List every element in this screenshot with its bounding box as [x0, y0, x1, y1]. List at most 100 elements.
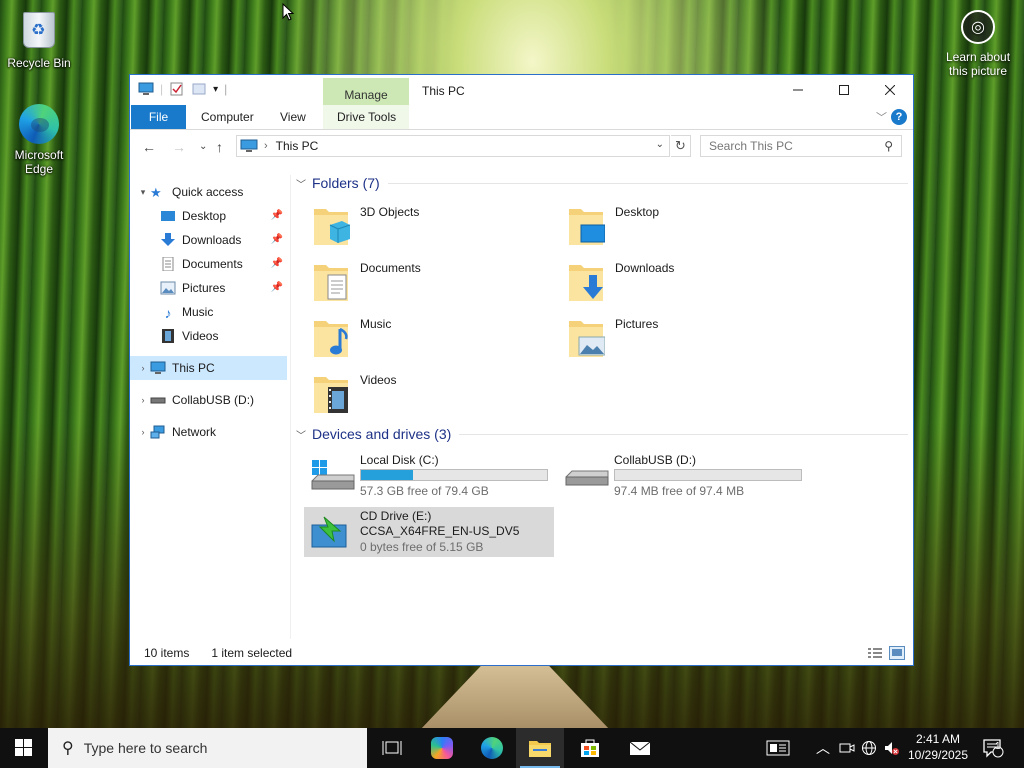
tab-view[interactable]: View [280, 105, 306, 129]
folder-documents[interactable]: Documents [292, 259, 532, 309]
collapsed-chevron-icon[interactable]: › [136, 363, 150, 373]
search-icon: ⚲ [884, 139, 893, 153]
taskbar-search-box[interactable]: ⚲ Type here to search [48, 728, 367, 768]
desktop-icon-edge[interactable]: Microsoft Edge [4, 104, 74, 176]
expanded-chevron-icon[interactable]: ▾ [136, 187, 150, 198]
drive-cd-e[interactable]: CD Drive (E:) CCSA_X64FRE_EN-US_DV5 0 by… [304, 507, 554, 557]
network-icon [150, 425, 165, 439]
group-chevron-icon[interactable]: ﹀ [296, 427, 306, 442]
file-explorer-window[interactable]: | ▾ | Manage This PC File Computer View … [129, 74, 914, 666]
folder-downloads[interactable]: Downloads [547, 259, 787, 309]
context-tab-manage[interactable]: Manage [323, 78, 409, 105]
pin-icon[interactable]: 📌 [271, 258, 283, 269]
navigation-pane: ▾ ★ Quick access Desktop 📌 Downloads 📌 D… [130, 175, 291, 639]
recent-locations-icon[interactable]: ⌄ [199, 141, 207, 152]
group-chevron-icon[interactable]: ﹀ [296, 176, 306, 191]
drive-local-disk-c[interactable]: Local Disk (C:) 57.3 GB free of 79.4 GB [304, 451, 554, 501]
properties-icon[interactable] [169, 82, 185, 96]
start-button[interactable] [0, 728, 48, 768]
desktop-icon-label: Microsoft Edge [14, 148, 64, 176]
folders-group-header[interactable]: ﹀ Folders (7) [296, 175, 908, 191]
forward-button[interactable]: → [172, 139, 186, 155]
mail-taskbar-button[interactable] [616, 728, 664, 768]
folder-videos[interactable]: Videos [292, 371, 532, 421]
folder-3d-objects[interactable]: 3D Objects [292, 203, 532, 253]
news-widget-button[interactable] [766, 728, 790, 768]
store-icon [581, 739, 599, 757]
large-icons-view-icon[interactable] [889, 646, 905, 660]
store-taskbar-button[interactable] [566, 728, 614, 768]
tab-computer[interactable]: Computer [201, 105, 254, 129]
address-bar[interactable]: › This PC ⌄ [236, 135, 670, 157]
action-center-button[interactable]: 1 [982, 728, 1004, 768]
file-explorer-taskbar-button[interactable] [516, 728, 564, 768]
documents-folder-icon [314, 265, 348, 301]
collapsed-chevron-icon[interactable]: › [136, 427, 150, 437]
desktop-icon-recycle-bin[interactable]: Recycle Bin [4, 8, 74, 70]
folder-pictures[interactable]: Pictures [547, 315, 787, 365]
back-button[interactable]: ← [142, 139, 156, 155]
customize-qat-icon[interactable]: ▾ [213, 84, 218, 95]
this-pc-icon [150, 361, 166, 374]
file-explorer-icon [529, 741, 551, 757]
clock[interactable]: 2:41 AM 10/29/2025 [900, 731, 976, 763]
download-arrow-icon [161, 233, 175, 246]
nav-this-pc[interactable]: › This PC [130, 356, 287, 380]
nav-item-pictures[interactable]: Pictures 📌 [130, 276, 287, 300]
status-bar: 10 items 1 item selected [130, 641, 913, 665]
nav-usb-drive[interactable]: › CollabUSB (D:) [130, 388, 287, 412]
refresh-button[interactable]: ↻ [671, 135, 691, 157]
mouse-cursor-icon [282, 2, 295, 24]
pin-icon[interactable]: 📌 [271, 282, 283, 293]
nav-item-videos[interactable]: Videos [130, 324, 287, 348]
nav-label: CollabUSB (D:) [172, 393, 255, 407]
details-view-icon[interactable] [867, 647, 883, 659]
nav-network[interactable]: › Network [130, 420, 287, 444]
tab-drive-tools[interactable]: Drive Tools [337, 105, 396, 129]
devices-group-header[interactable]: ﹀ Devices and drives (3) [296, 426, 908, 442]
address-dropdown-icon[interactable]: ⌄ [656, 139, 664, 150]
nav-quick-access[interactable]: ▾ ★ Quick access [130, 180, 287, 204]
network-tray-icon[interactable] [861, 728, 877, 768]
edge-taskbar-button[interactable] [468, 728, 516, 768]
folder-name: Videos [360, 373, 397, 387]
nav-item-desktop[interactable]: Desktop 📌 [130, 204, 287, 228]
recycle-bin-icon [18, 12, 60, 54]
copilot-icon [431, 737, 453, 759]
new-folder-icon[interactable] [191, 82, 207, 96]
close-button[interactable] [867, 75, 913, 105]
search-placeholder: Search This PC [709, 139, 793, 153]
expand-ribbon-icon[interactable]: ﹀ [876, 109, 887, 125]
breadcrumb[interactable]: This PC [276, 139, 319, 153]
folder-name: Music [360, 317, 392, 331]
up-button[interactable]: ↑ [216, 139, 223, 155]
drive-free-space: 0 bytes free of 5.15 GB [360, 540, 484, 554]
task-view-button[interactable] [368, 728, 416, 768]
meet-now-icon[interactable] [839, 728, 855, 768]
nav-label: Music [182, 305, 214, 319]
quick-access-toolbar: | ▾ | [138, 82, 227, 96]
show-hidden-icons-icon[interactable]: ︿ [816, 728, 830, 768]
copilot-button[interactable] [418, 728, 466, 768]
pin-icon[interactable]: 📌 [271, 234, 283, 245]
search-input[interactable]: Search This PC ⚲ [700, 135, 902, 157]
pin-icon[interactable]: 📌 [271, 210, 283, 221]
maximize-icon [839, 85, 849, 95]
picture-icon [160, 281, 176, 295]
folder-music[interactable]: Music [292, 315, 532, 365]
minimize-button[interactable] [775, 75, 821, 105]
volume-muted-icon[interactable] [883, 728, 899, 768]
title-bar[interactable]: | ▾ | Manage This PC [130, 75, 913, 105]
tab-file[interactable]: File [131, 105, 186, 129]
nav-item-music[interactable]: ♪ Music [130, 300, 287, 324]
help-icon[interactable]: ? [891, 109, 907, 125]
nav-item-documents[interactable]: Documents 📌 [130, 252, 287, 276]
nav-item-downloads[interactable]: Downloads 📌 [130, 228, 287, 252]
nav-label: Desktop [182, 209, 227, 223]
drive-collabusb-d[interactable]: CollabUSB (D:) 97.4 MB free of 97.4 MB [558, 451, 808, 501]
maximize-button[interactable] [821, 75, 867, 105]
folder-desktop[interactable]: Desktop [547, 203, 787, 253]
learn-about-picture[interactable]: ◎ Learn about this picture [940, 10, 1016, 78]
edge-icon [481, 737, 503, 759]
collapsed-chevron-icon[interactable]: › [136, 395, 150, 405]
